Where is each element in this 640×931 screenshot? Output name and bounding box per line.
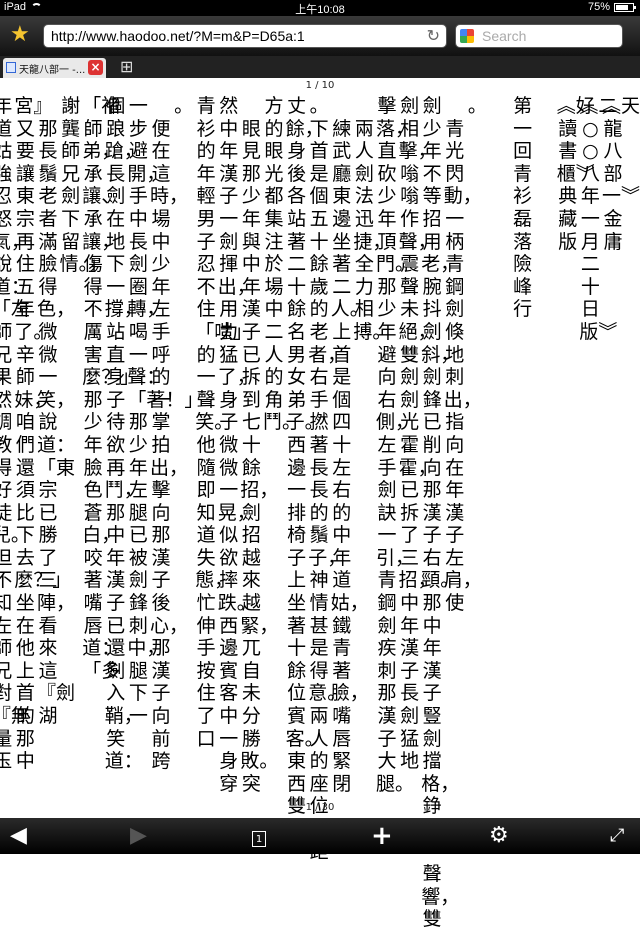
text-column: 謝龔師兄劍下留情。」 [59,95,108,276]
text-column: 一步避開，手中長劍圈轉，喝一聲：「著！」那少年左腿已被劍鋒刺中，腿下一 [127,95,204,728]
address-bar[interactable]: http://www.haodoo.net/?M=m&P=D65a:1 ↻ [43,24,447,48]
page-indicator-top: 1 / 10 [305,80,335,91]
text-column: 擊落，直砍少年頂門。那少年避向右側，左手劍訣一引，青鋼劍疾刺那漢子大腿。 [376,95,415,795]
text-column: ︽二○○八年一月二十日版︾ [579,95,618,343]
page-favicon-icon [6,62,16,73]
bottom-toolbar: ◀ ▶ 1 + ⚙ ⤢ [0,818,640,854]
text-column: 宮』又要讓東宗再住五年了。辛師妹，咱們還須比下去麼？」坐在他上首的那中 [14,95,72,773]
pages-icon[interactable]: 1 [252,823,266,849]
search-bar[interactable]: Search [455,24,623,48]
text-column: 。 [467,95,487,117]
tab-active[interactable]: 天龍八部一 -... × [3,58,106,78]
text-column: 便在這時，場中少年左手呼的一掌拍出，擊向那漢子後心，那漢子向前跨 [150,95,189,773]
google-icon [460,29,474,43]
browser-toolbar: ★ http://www.haodoo.net/?M=m&P=D65a:1 ↻ … [0,16,640,56]
bookmark-star-icon[interactable]: ★ [10,24,30,46]
text-column: 「褚師弟，承讓、承讓，傷得不厲害麼？」那少年臉色蒼白，咬著嘴唇道：「多 [82,95,140,682]
vertical-text-page: ︽天龍八部一︾金庸 ︽二○○八年一月二十日版︾ ︽好讀書櫃︾典藏版 第一回 青衫磊落險… [0,95,640,930]
battery-fill [616,4,628,10]
text-column: 丈餘，身後各站著二十餘名男女弟子。西邊一排椅子上坐著十餘位賓客。東西雙 [285,95,324,818]
battery-percent: 75% [587,1,610,13]
tab-title[interactable]: 天龍八部一 -... [19,61,87,76]
text-column: 。 [174,95,194,117]
text-column: 方的眼光都集注於場中二人的角鬥。 [263,95,302,434]
status-time: 上午10:08 [295,4,345,16]
status-bar: iPad 上午10:08 75% [0,0,640,16]
text-column: 那長鬚老者滿臉得色，微微一笑，說道：「東宗已勝了三陣，看來這『劍湖 [37,95,76,728]
gear-icon[interactable]: ⚙ [489,823,509,849]
new-tab-icon[interactable]: ⊞ [120,57,133,76]
text-column: 然中年漢子一劍揮出，用力猛了，身子微微一晃，似欲摔跌。西邊賓客中一身穿 [217,95,256,795]
reload-icon[interactable]: ↻ [427,26,440,45]
text-column: 年道姑強忍怒氣，說道：「左師兄果然調教得好徒兒。但不知左師兄對『無量玉 [0,95,30,773]
search-placeholder[interactable]: Search [482,28,526,44]
text-column: 劍相擊，嗡嗡作聲，震聲未絕，雙劍劍光霍霍，已拆了三招，中年漢子長劍猛地 [398,95,437,773]
page-indicator-bottom: 1 / 30 [305,802,335,813]
text-column: 第一回 青衫磊落險峰行 [513,95,552,321]
forward-arrow-icon[interactable]: ▶ [130,823,147,849]
back-arrow-icon[interactable]: ◀ [10,823,27,849]
text-column: 眼見那少年與中年漢子已拆到七十餘招，劍招越來越緊，兀自未分勝敗。突 [240,95,279,795]
add-icon[interactable]: + [371,823,393,849]
text-column: 青衫的年輕男子忍不住「嗤」的一聲笑。他隨即知道失態，忙伸手按住了口 [195,95,253,750]
text-column: ︽天龍八部一︾金庸 [602,95,640,253]
tab-strip: 天龍八部一 -... × ⊞ [0,56,640,78]
status-right: 75% [587,1,636,13]
close-tab-icon[interactable]: × [88,60,103,75]
battery-icon [614,2,636,12]
address-url[interactable]: http://www.haodoo.net/?M=m&P=D65a:1 [51,28,305,44]
text-column: ︽好讀書櫃︾典藏版 [556,95,595,253]
fullscreen-icon[interactable]: ⤢ [610,823,624,849]
